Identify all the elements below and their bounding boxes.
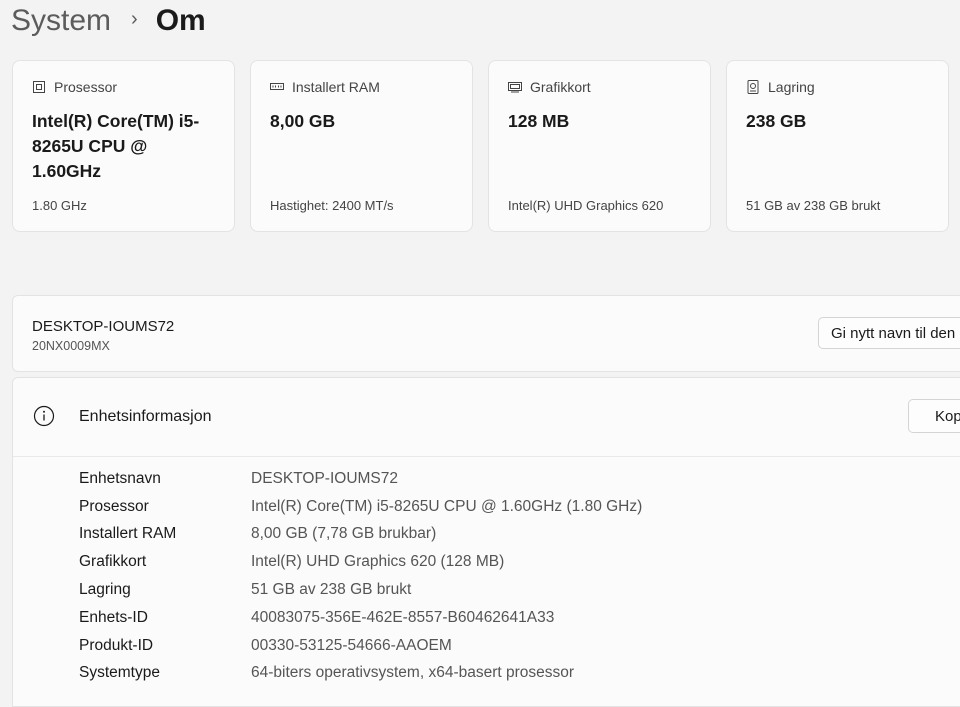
spec-value: DESKTOP-IOUMS72 xyxy=(251,469,399,487)
device-name: DESKTOP-IOUMS72 xyxy=(32,318,175,335)
spec-cards: Prosessor Intel(R) Core(TM) i5-8265U CPU… xyxy=(12,60,949,232)
card-ram: Installert RAM 8,00 GB Hastighet: 2400 M… xyxy=(250,60,473,232)
chevron-right-icon: › xyxy=(131,8,138,30)
card-value: Intel(R) Core(TM) i5-8265U CPU @ 1.60GHz xyxy=(32,111,200,181)
card-label: Installert RAM xyxy=(292,79,380,95)
card-subtext: Hastighet: 2400 MT/s xyxy=(270,198,394,213)
device-name-bar: DESKTOP-IOUMS72 20NX0009MX Gi nytt navn … xyxy=(12,295,960,372)
spec-label: Enhetsnavn xyxy=(79,469,161,487)
card-value: 128 MB xyxy=(508,111,570,131)
card-value: 8,00 GB xyxy=(270,111,336,131)
card-subtext: 1.80 GHz xyxy=(32,198,87,213)
page-title: Om xyxy=(155,4,206,37)
spec-row: Systemtype 64-biters operativsystem, x64-… xyxy=(13,660,642,688)
copy-button[interactable]: Kopier xyxy=(908,399,960,433)
card-value: 238 GB xyxy=(746,111,807,131)
breadcrumb-system[interactable]: System xyxy=(11,6,111,36)
breadcrumb: System › Om xyxy=(11,0,206,42)
spec-value: 64-biters operativsystem, x64-basert pro… xyxy=(251,664,575,682)
spec-value: 8,00 GB (7,78 GB brukbar) xyxy=(251,525,437,543)
card-storage: Lagring 238 GB 51 GB av 238 GB brukt xyxy=(726,60,949,232)
spec-label: Systemtype xyxy=(79,664,160,682)
device-info-title: Enhetsinformasjon xyxy=(79,408,212,425)
card-subtext: Intel(R) UHD Graphics 620 xyxy=(508,198,664,213)
card-subtext: 51 GB av 238 GB brukt xyxy=(746,198,881,213)
spec-list: Enhetsnavn DESKTOP-IOUMS72 Prosessor Intel… xyxy=(13,465,642,687)
spec-label: Produkt-ID xyxy=(79,636,154,654)
spec-value: 00330-53125-54666-AAOEM xyxy=(251,636,452,654)
card-processor: Prosessor Intel(R) Core(TM) i5-8265U CPU… xyxy=(12,60,235,232)
card-label: Prosessor xyxy=(54,79,118,95)
spec-value: 51 GB av 238 GB brukt xyxy=(251,581,412,599)
spec-label: Lagring xyxy=(79,581,131,599)
spec-label: Enhets-ID xyxy=(79,608,148,626)
spec-label: Prosessor xyxy=(79,497,149,515)
info-icon xyxy=(33,405,55,427)
spec-label: Grafikkort xyxy=(79,553,147,571)
ram-icon xyxy=(270,80,284,94)
spec-row: Grafikkort Intel(R) UHD Graphics 620 (128… xyxy=(13,548,642,576)
spec-row: Installert RAM 8,00 GB (7,78 GB brukbar) xyxy=(13,521,642,549)
spec-row: Produkt-ID 00330-53125-54666-AAOEM xyxy=(13,632,642,660)
spec-label: Installert RAM xyxy=(79,525,177,543)
rename-pc-button[interactable]: Gi nytt navn til den xyxy=(818,317,960,349)
spec-row: Prosessor Intel(R) Core(TM) i5-8265U CPU … xyxy=(13,493,642,521)
spec-row: Enhets-ID 40083075-356E-462E-8557-B604626… xyxy=(13,604,642,632)
storage-icon xyxy=(746,80,760,94)
spec-value: 40083075-356E-462E-8557-B60462641A33 xyxy=(251,608,555,626)
spec-value: Intel(R) Core(TM) i5-8265U CPU @ 1.60GHz… xyxy=(251,497,643,515)
card-graphics: Grafikkort 128 MB Intel(R) UHD Graphics … xyxy=(488,60,711,232)
graphics-card-icon xyxy=(508,80,522,94)
device-info-header[interactable]: Enhetsinformasjon Kopier xyxy=(13,378,960,457)
spec-value: Intel(R) UHD Graphics 620 (128 MB) xyxy=(251,553,505,571)
card-label: Lagring xyxy=(768,79,815,95)
spec-row: Enhetsnavn DESKTOP-IOUMS72 xyxy=(13,465,642,493)
card-label: Grafikkort xyxy=(530,79,591,95)
processor-icon xyxy=(32,80,46,94)
device-model: 20NX0009MX xyxy=(32,339,110,353)
device-info-panel: Enhetsinformasjon Kopier Enhetsnavn DESKT… xyxy=(12,377,960,707)
spec-row: Lagring 51 GB av 238 GB brukt xyxy=(13,576,642,604)
